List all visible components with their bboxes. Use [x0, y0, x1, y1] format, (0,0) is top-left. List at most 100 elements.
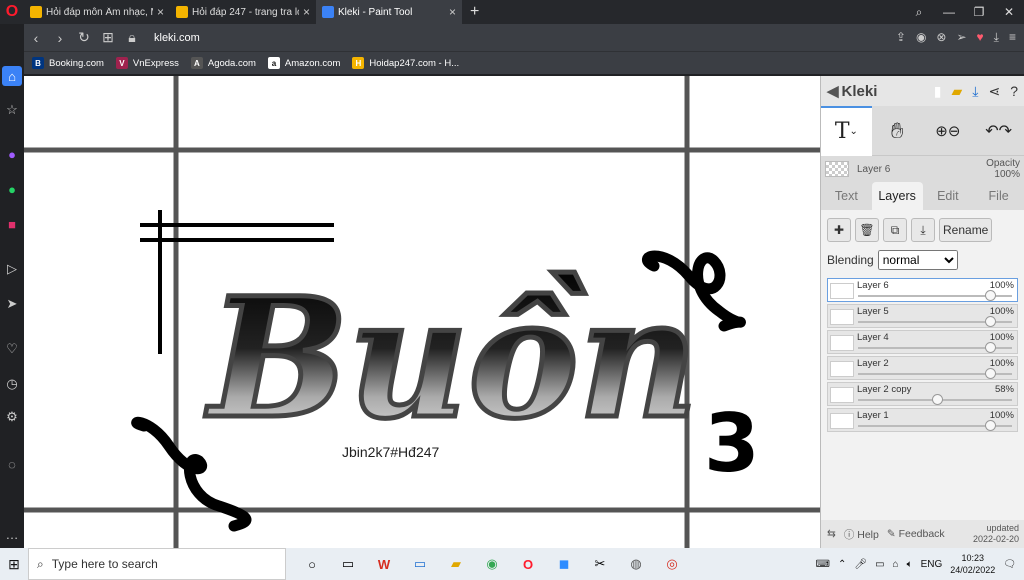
battery-icon[interactable]: ▭: [875, 559, 884, 570]
layer-row[interactable]: Layer 1 100%: [827, 408, 1018, 432]
show-hidden-icon[interactable]: ⌃: [838, 559, 846, 570]
instagram-icon[interactable]: ■: [2, 214, 22, 234]
search-tabs-icon[interactable]: ⌕: [904, 0, 934, 24]
keyboard-icon[interactable]: ⌨: [816, 559, 830, 570]
swap-icon[interactable]: ⇆: [827, 528, 836, 540]
taskbar-search[interactable]: ⌕ Type here to search: [28, 548, 286, 580]
opacity-slider-handle[interactable]: [985, 368, 996, 379]
cortana-icon[interactable]: ○: [302, 554, 322, 574]
opacity-slider-handle[interactable]: [985, 420, 996, 431]
kleki-logo[interactable]: ◀ Kleki: [827, 82, 877, 101]
bookmark-booking[interactable]: B Booking.com: [32, 57, 104, 69]
heart-icon[interactable]: ♥: [977, 30, 984, 45]
whatsapp-icon[interactable]: ●: [2, 179, 22, 199]
share-icon[interactable]: ⇪: [896, 30, 906, 45]
drawing-area[interactable]: Buồn 3 Jbin2k7#Hđ247: [24, 76, 820, 548]
open-folder-icon[interactable]: ▰: [951, 83, 962, 100]
new-tab-button[interactable]: +: [470, 3, 479, 21]
volume-icon[interactable]: 🔈︎: [907, 559, 913, 570]
history-icon[interactable]: ◷: [2, 374, 22, 394]
duplicate-layer-button[interactable]: ⧉: [883, 218, 907, 242]
reload-icon[interactable]: ↻: [72, 29, 96, 46]
drawing-canvas[interactable]: Buồn 3 Jbin2k7#Hđ247: [24, 76, 820, 548]
kleki-app-icon[interactable]: ◎: [662, 554, 682, 574]
layer-row[interactable]: Layer 5 100%: [827, 304, 1018, 328]
file-explorer-icon[interactable]: ▰: [446, 554, 466, 574]
tab-layers[interactable]: Layers: [871, 182, 923, 210]
notifications-icon[interactable]: 🗨︎: [1003, 559, 1016, 570]
opacity-slider-handle[interactable]: [985, 316, 996, 327]
tab-file[interactable]: File: [973, 182, 1024, 210]
undo-redo-icon[interactable]: ↶↷: [973, 106, 1024, 156]
lightbulb-icon[interactable]: ◌: [2, 454, 22, 474]
help-icon[interactable]: ?: [1010, 83, 1018, 100]
merge-layer-button[interactable]: ⤓: [911, 218, 935, 242]
download-icon[interactable]: ⤓: [972, 83, 978, 100]
bookmark-amazon[interactable]: a Amazon.com: [267, 57, 340, 69]
back-icon[interactable]: ‹: [24, 30, 48, 46]
menu-icon[interactable]: ≡: [1009, 30, 1016, 45]
rename-layer-button[interactable]: Rename: [939, 218, 993, 242]
chrome-icon[interactable]: ◉: [482, 554, 502, 574]
zoom-icon[interactable]: ◼: [554, 554, 574, 574]
tab-hoidap-am-nhac[interactable]: Hỏi đáp môn Âm nhạc, Mỹ ×: [24, 0, 170, 24]
paint-icon[interactable]: ◍: [626, 554, 646, 574]
minimize-button[interactable]: —: [934, 0, 964, 24]
send-icon[interactable]: ➤: [2, 294, 22, 314]
clock[interactable]: 10:23 24/02/2022: [950, 552, 995, 576]
task-view-icon[interactable]: ▭: [338, 554, 358, 574]
opacity-slider-handle[interactable]: [985, 342, 996, 353]
feedback-button[interactable]: ✎ Feedback: [887, 528, 945, 540]
more-icon[interactable]: …: [2, 524, 22, 544]
bookmark-hoidap247[interactable]: H Hoidap247.com - H...: [352, 57, 459, 69]
tabs-grid-icon[interactable]: ⊞: [96, 29, 120, 46]
camera-icon[interactable]: ◉: [916, 30, 926, 45]
speed-dial-icon[interactable]: ☆: [2, 100, 22, 120]
opacity-slider-handle[interactable]: [985, 290, 996, 301]
tab-edit[interactable]: Edit: [923, 182, 974, 210]
opera-menu-icon[interactable]: O: [0, 0, 24, 24]
delete-layer-button[interactable]: 🗑︎: [855, 218, 879, 242]
opacity-slider-handle[interactable]: [931, 394, 943, 405]
url-field[interactable]: kleki.com: [154, 32, 200, 44]
zoom-icon[interactable]: ⊕⊖: [923, 106, 974, 156]
pc-icon[interactable]: ▭: [410, 554, 430, 574]
tab-kleki[interactable]: Kleki - Paint Tool ×: [316, 0, 462, 24]
new-image-icon[interactable]: ▮: [934, 83, 942, 100]
player-icon[interactable]: ▷: [2, 259, 22, 279]
wps-office-icon[interactable]: W: [374, 554, 394, 574]
share-icon[interactable]: ⋖: [988, 83, 1000, 100]
layer-row[interactable]: Layer 2 copy 58%: [827, 382, 1018, 406]
layer-row[interactable]: Layer 4 100%: [827, 330, 1018, 354]
maximize-button[interactable]: ❐: [964, 0, 994, 24]
language-indicator[interactable]: ENG: [921, 559, 943, 570]
close-window-button[interactable]: ✕: [994, 0, 1024, 24]
layer-row[interactable]: Layer 6 100%: [827, 278, 1018, 302]
settings-gear-icon[interactable]: ⚙: [2, 407, 22, 427]
tab-hoidap-247[interactable]: Hỏi đáp 247 - trang tra loi ×: [170, 0, 316, 24]
bookmark-vnexpress[interactable]: V VnExpress: [115, 57, 179, 69]
bookmark-agoda[interactable]: A Agoda.com: [190, 57, 256, 69]
adblock-icon[interactable]: ⊗: [936, 30, 946, 45]
heart-icon[interactable]: ♡: [2, 339, 22, 359]
network-icon[interactable]: ⌂: [893, 559, 899, 570]
messenger-icon[interactable]: ●: [2, 144, 22, 164]
close-tab-icon[interactable]: ×: [449, 5, 456, 19]
add-layer-button[interactable]: ✚: [827, 218, 851, 242]
send-icon[interactable]: ➢: [956, 30, 966, 45]
hand-tool-icon[interactable]: ✋︎: [872, 106, 923, 156]
opera-icon[interactable]: O: [518, 554, 538, 574]
help-button[interactable]: ⓘ Help: [844, 527, 879, 542]
forward-icon[interactable]: ›: [48, 30, 72, 46]
close-tab-icon[interactable]: ×: [157, 5, 164, 19]
microphone-icon[interactable]: 🎤︎: [854, 559, 867, 570]
snipping-tool-icon[interactable]: ✂: [590, 554, 610, 574]
text-tool-icon[interactable]: T ⌄: [821, 105, 872, 156]
blending-select[interactable]: normal: [877, 250, 958, 270]
tab-text[interactable]: Text: [821, 182, 872, 210]
windows-start-icon[interactable]: ⊞: [0, 556, 28, 573]
home-icon[interactable]: ⌂: [2, 66, 22, 86]
close-tab-icon[interactable]: ×: [303, 5, 310, 19]
download-icon[interactable]: ⤓: [994, 30, 999, 45]
layer-row[interactable]: Layer 2 100%: [827, 356, 1018, 380]
